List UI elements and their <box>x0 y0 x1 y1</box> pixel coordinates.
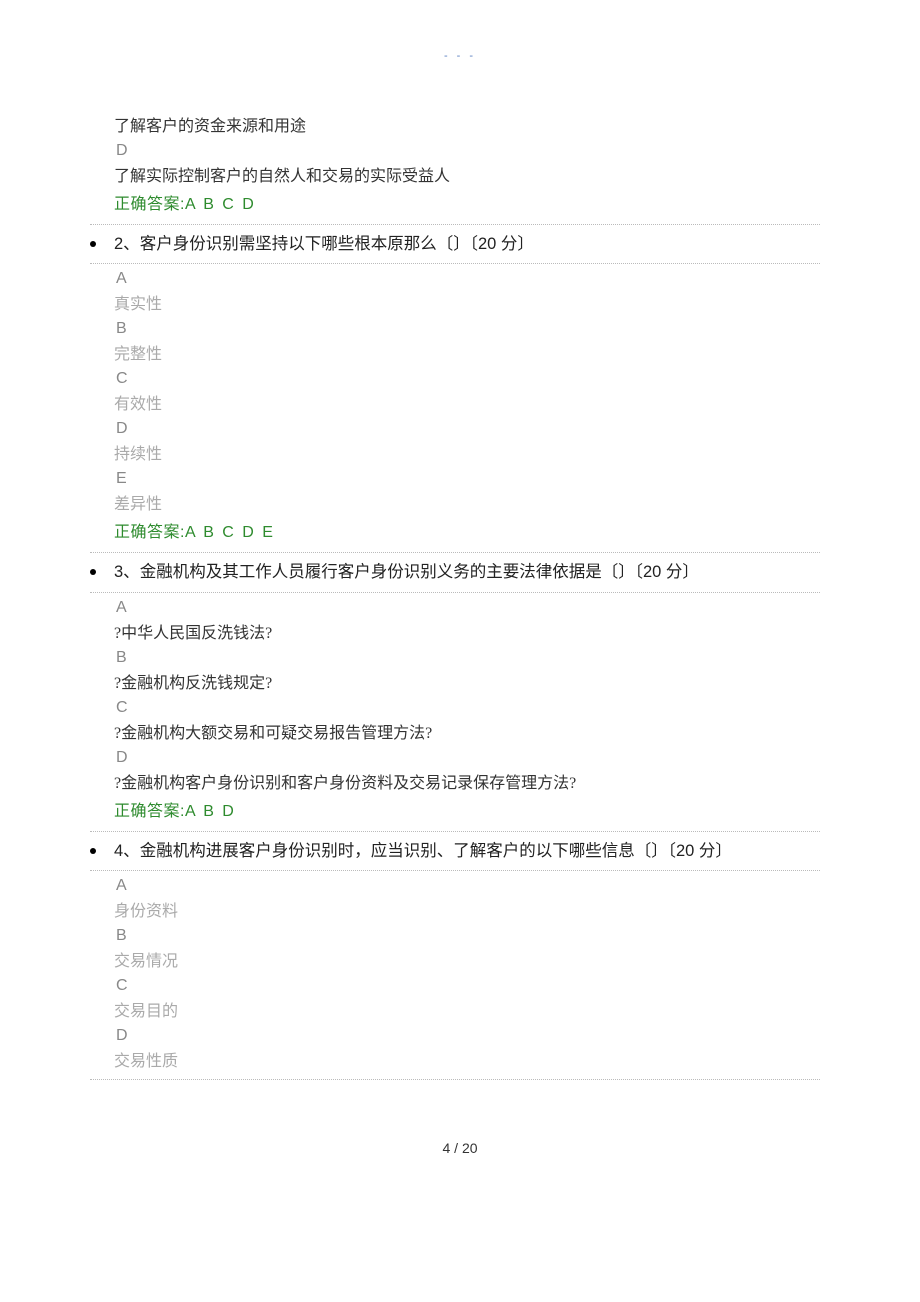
question-title: 2、客户身份识别需坚持以下哪些根本原那么〔〕〔20 分〕 <box>114 231 534 257</box>
answer-label: 正确答案: <box>114 803 185 820</box>
question-block-4: 4、金融机构进展客户身份识别时，应当识别、了解客户的以下哪些信息〔〕〔20 分〕… <box>100 831 820 1080</box>
options-list: A 身份资料 B 交易情况 C 交易目的 D 交易性质 <box>100 877 820 1071</box>
option-text: 交易目的 <box>114 997 820 1021</box>
question-text: 金融机构进展客户身份识别时，应当识别、了解客户的以下哪些信息〔〕〔20 分〕 <box>140 842 732 860</box>
option-text: 了解实际控制客户的自然人和交易的实际受益人 <box>114 162 820 186</box>
option-text: 持续性 <box>114 440 820 464</box>
option-text: 真实性 <box>114 290 820 314</box>
options-list: A 真实性 B 完整性 C 有效性 D 持续性 E 差异性 正确答案:A B C… <box>100 270 820 542</box>
option-text: ?金融机构客户身份识别和客户身份资料及交易记录保存管理方法? <box>114 769 820 793</box>
question-title: 3、金融机构及其工作人员履行客户身份识别义务的主要法律依据是〔〕〔20 分〕 <box>114 559 699 585</box>
bullet-icon <box>90 241 96 247</box>
option-text: ?金融机构反洗钱规定? <box>114 669 820 693</box>
question-header: 3、金融机构及其工作人员履行客户身份识别义务的主要法律依据是〔〕〔20 分〕 <box>90 552 820 592</box>
option-letter: B <box>116 927 820 945</box>
option-letter: C <box>116 370 820 388</box>
bullet-icon <box>90 569 96 575</box>
question-number: 2、 <box>114 235 140 253</box>
option-letter: B <box>116 649 820 667</box>
document-page: - - - 了解客户的资金来源和用途 D 了解实际控制客户的自然人和交易的实际受… <box>0 0 920 1196</box>
question-number: 4、 <box>114 842 140 860</box>
option-text: 交易性质 <box>114 1047 820 1071</box>
option-text: ?金融机构大额交易和可疑交易报告管理方法? <box>114 719 820 743</box>
option-letter: D <box>116 1027 820 1045</box>
option-text: 交易情况 <box>114 947 820 971</box>
correct-answer: 正确答案:A B D <box>114 797 820 821</box>
option-letter: E <box>116 470 820 488</box>
answer-value: A B C D <box>185 196 256 213</box>
option-letter: A <box>116 877 820 895</box>
option-letter: A <box>116 270 820 288</box>
answer-value: A B C D E <box>185 524 275 541</box>
page-header-marks: - - - <box>100 50 820 62</box>
option-text: 了解客户的资金来源和用途 <box>114 112 820 136</box>
option-text: 差异性 <box>114 490 820 514</box>
divider <box>90 1079 820 1080</box>
option-letter: B <box>116 320 820 338</box>
option-letter: D <box>116 142 820 160</box>
option-text: 身份资料 <box>114 897 820 921</box>
answer-value: A B D <box>185 803 236 820</box>
question-header: 2、客户身份识别需坚持以下哪些根本原那么〔〕〔20 分〕 <box>90 224 820 264</box>
question-block-2: 2、客户身份识别需坚持以下哪些根本原那么〔〕〔20 分〕 A 真实性 B 完整性… <box>100 224 820 542</box>
question-number: 3、 <box>114 563 140 581</box>
option-letter: D <box>116 420 820 438</box>
options-list: A ?中华人民国反洗钱法? B ?金融机构反洗钱规定? C ?金融机构大额交易和… <box>100 599 820 821</box>
option-letter: C <box>116 699 820 717</box>
answer-label: 正确答案: <box>114 196 185 213</box>
option-text: 完整性 <box>114 340 820 364</box>
question-block-3: 3、金融机构及其工作人员履行客户身份识别义务的主要法律依据是〔〕〔20 分〕 A… <box>100 552 820 820</box>
correct-answer: 正确答案:A B C D <box>114 190 820 214</box>
option-text: ?中华人民国反洗钱法? <box>114 619 820 643</box>
option-letter: C <box>116 977 820 995</box>
question-text: 金融机构及其工作人员履行客户身份识别义务的主要法律依据是〔〕〔20 分〕 <box>140 563 699 581</box>
question-text: 客户身份识别需坚持以下哪些根本原那么〔〕〔20 分〕 <box>140 235 534 253</box>
question-header: 4、金融机构进展客户身份识别时，应当识别、了解客户的以下哪些信息〔〕〔20 分〕 <box>90 831 820 871</box>
q1-continuation: 了解客户的资金来源和用途 D 了解实际控制客户的自然人和交易的实际受益人 正确答… <box>100 112 820 214</box>
option-text: 有效性 <box>114 390 820 414</box>
option-letter: D <box>116 749 820 767</box>
bullet-icon <box>90 848 96 854</box>
option-letter: A <box>116 599 820 617</box>
answer-label: 正确答案: <box>114 524 185 541</box>
correct-answer: 正确答案:A B C D E <box>114 518 820 542</box>
question-title: 4、金融机构进展客户身份识别时，应当识别、了解客户的以下哪些信息〔〕〔20 分〕 <box>114 838 732 864</box>
page-footer: 4 / 20 <box>100 1140 820 1156</box>
